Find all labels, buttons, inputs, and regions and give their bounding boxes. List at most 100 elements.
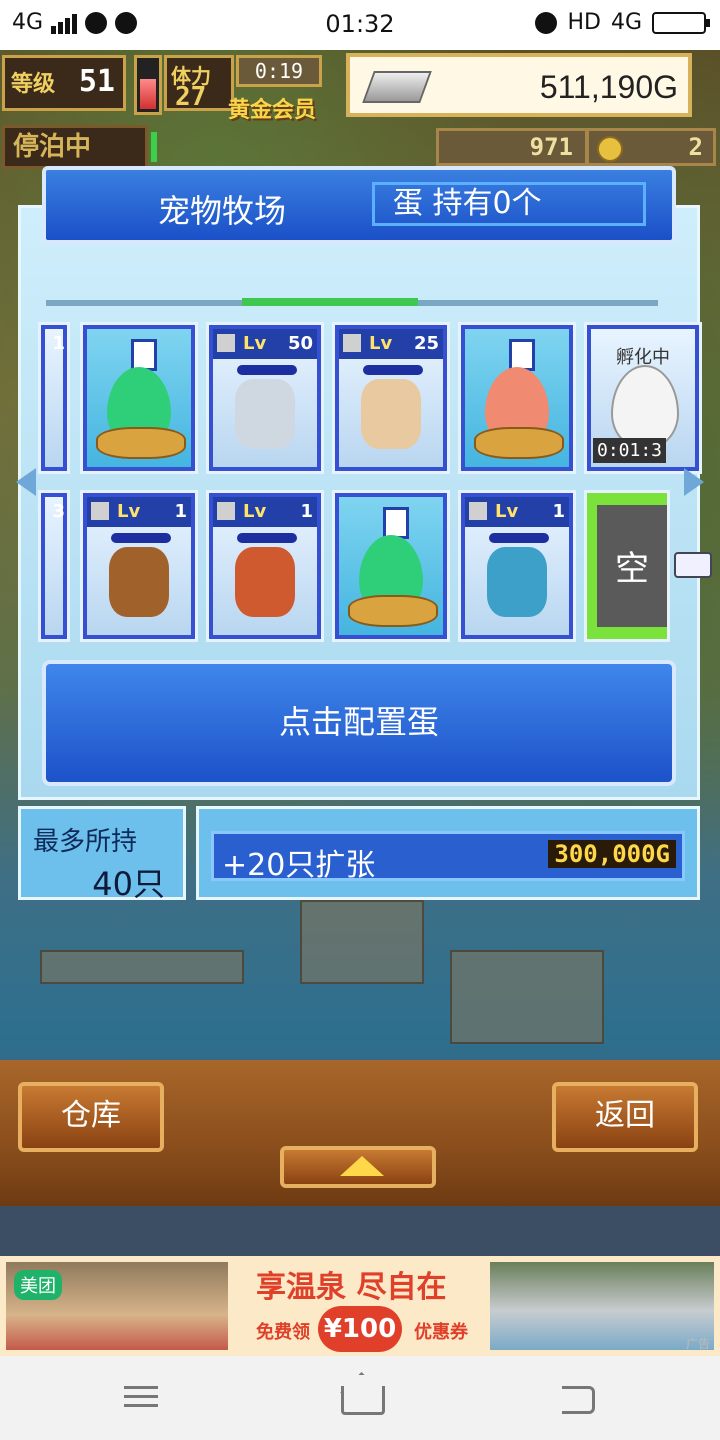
rarity-icon (217, 502, 235, 520)
expand-label: +20只扩张 (222, 848, 376, 883)
panel-header: 宠物牧场 蛋 持有0个 (42, 166, 676, 244)
level-label: Lv (243, 501, 267, 522)
egg-number-flag-icon (131, 339, 157, 371)
ad-amount: ¥100 (318, 1306, 402, 1352)
pet-slot[interactable]: Lv 1 (80, 490, 198, 642)
rarity-icon (91, 502, 109, 520)
ad-coupon-text: 优惠券 (414, 1322, 468, 1343)
stamina-timer: 0:19 (236, 55, 322, 87)
pet-status-bar (489, 533, 549, 543)
rarity-icon (469, 502, 487, 520)
pet-status-bar (237, 365, 297, 375)
pet-level: 25 (413, 333, 439, 354)
hatching-slot[interactable]: 孵化中 0:01:3 (584, 322, 702, 474)
silver-bar-icon (362, 71, 432, 103)
alarm-icon (535, 11, 558, 34)
scroll-left-arrow-icon[interactable] (16, 468, 36, 496)
back-button[interactable]: 返回 (552, 1082, 698, 1152)
pet-status-bar (111, 533, 171, 543)
status-bar: 4G 01:32 HD 4G (0, 0, 720, 50)
fish-count: 971 (529, 133, 573, 161)
pet-level: 1 (174, 501, 187, 522)
stamina-gauge (134, 55, 162, 115)
ad-free-text: 免费领 (256, 1322, 310, 1343)
pet-level: 1 (552, 501, 565, 522)
rarity-icon (217, 334, 235, 352)
pet-slot[interactable]: Lv 1 (206, 490, 324, 642)
level-label: Lv (117, 501, 141, 522)
hatch-timer: 0:01:3 (593, 438, 667, 463)
ad-slogan: 享温泉 尽自在 (256, 1270, 447, 1305)
dock-rail (40, 950, 244, 984)
warehouse-button[interactable]: 仓库 (18, 1082, 164, 1152)
dock-crate (450, 950, 604, 1044)
menu-icon[interactable] (116, 1380, 166, 1416)
empty-slot[interactable]: 空 (584, 490, 670, 642)
rarity-icon (343, 334, 361, 352)
nest-icon (348, 595, 438, 627)
gold-member-badge[interactable]: 黄金会员 (228, 92, 316, 124)
scroll-track[interactable] (46, 298, 658, 306)
fish-counter: 971 (436, 128, 588, 166)
capacity-value: 40只 (92, 865, 165, 903)
ad-banner[interactable]: 美团 享温泉 尽自在 免费领 ¥100 优惠券 广告 (0, 1256, 720, 1356)
dock-crate (300, 900, 424, 984)
panel-title: 宠物牧场 (158, 192, 287, 230)
pet-slot[interactable]: Lv 1 (458, 490, 576, 642)
eggs-held: 蛋 持有0个 (372, 182, 646, 226)
egg-slot[interactable] (332, 490, 450, 642)
money-value: 511,190G (539, 69, 678, 105)
medal-counter: 2 (586, 128, 716, 166)
stamina: 体力 27 (164, 55, 234, 112)
scroll-thumb[interactable] (242, 298, 419, 306)
anchor-status[interactable]: 停泊中 (2, 125, 157, 169)
network-type-right: 4G (610, 10, 642, 35)
expand-up-button[interactable] (280, 1146, 436, 1188)
expand-button[interactable]: +20只扩张 300,000G (211, 831, 685, 883)
antlered-boar-icon (109, 547, 169, 617)
money-display: 511,190G (346, 53, 692, 117)
status-right: HD 4G (535, 10, 710, 35)
nest-icon (96, 427, 186, 459)
nest-icon (474, 427, 564, 459)
level-label: Lv (243, 333, 267, 354)
pet-slot[interactable]: Lv 50 (206, 322, 324, 474)
hand-pointer-icon (674, 552, 712, 578)
hd-indicator: HD (567, 10, 601, 35)
home-icon[interactable] (335, 1380, 385, 1416)
medal-count: 2 (688, 133, 703, 161)
configure-egg-button[interactable]: 点击配置蛋 (42, 660, 676, 786)
ad-pool-photo (490, 1262, 714, 1350)
pet-level: 1 (300, 501, 313, 522)
partial-slot[interactable]: 3 (38, 490, 70, 642)
battery-icon (652, 11, 710, 34)
ad-brand: 美团 (14, 1270, 62, 1300)
back-icon[interactable] (554, 1380, 604, 1416)
stamina-value: 27 (175, 82, 207, 112)
player-level: 等级 51 (2, 55, 126, 111)
egg-number-flag-icon (383, 507, 409, 539)
level-label: 等级 (11, 72, 56, 97)
anchor-status-label: 停泊中 (13, 132, 92, 162)
partial-slot[interactable]: 1 (38, 322, 70, 474)
ad-tag: 广告 (685, 1337, 710, 1351)
level-label: Lv (369, 333, 393, 354)
ad-hotspring-photo: 美团 (6, 1262, 228, 1350)
empty-slot-label: 空 (597, 505, 667, 627)
pet-status-bar (237, 533, 297, 543)
old-sage-icon (361, 379, 421, 449)
scroll-right-arrow-icon[interactable] (684, 468, 704, 496)
status-indicator (151, 132, 157, 162)
capacity-label: 最多所持 (33, 827, 138, 857)
red-hair-warrior-icon (235, 547, 295, 617)
egg-slot[interactable] (80, 322, 198, 474)
egg-number-flag-icon (509, 339, 535, 371)
medal-icon (597, 136, 623, 162)
pet-slot[interactable]: Lv 25 (332, 322, 450, 474)
stamina-fill (140, 79, 156, 109)
pet-level: 3 (52, 501, 65, 522)
blue-snake-icon (487, 547, 547, 617)
capacity-box: 最多所持 40只 (18, 806, 186, 903)
navigation-bar (0, 1356, 720, 1440)
egg-slot[interactable] (458, 322, 576, 474)
